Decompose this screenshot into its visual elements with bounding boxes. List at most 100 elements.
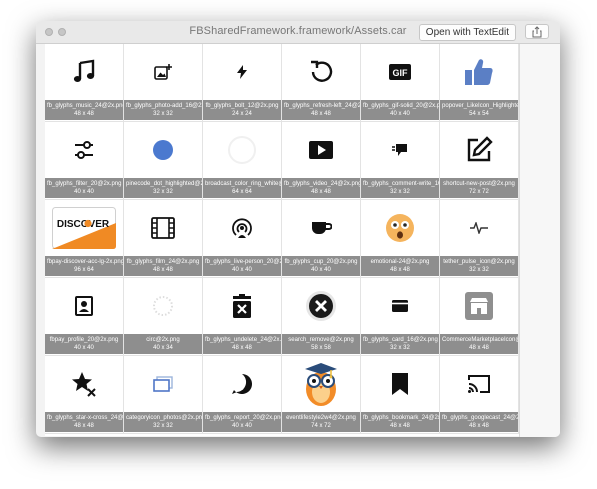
asset-tile[interactable]: fb_glyphs_bolt_12@2x.png 24 x 24: [203, 44, 282, 122]
live-person-icon: [203, 200, 281, 256]
asset-tile[interactable]: fb_glyphs_report_20@2x.png 40 x 40: [203, 356, 282, 434]
pulse-icon: [440, 200, 518, 256]
asset-filename: fb_glyphs_gif-solid_20@2x.png: [363, 103, 439, 109]
asset-dimensions: 32 x 32: [469, 267, 489, 273]
asset-tile[interactable]: fb_glyphs_undelete_24@2x.png 48 x 48: [203, 278, 282, 356]
asset-tile[interactable]: fb_glyphs_film_24@2x.png 48 x 48: [124, 200, 203, 278]
asset-tile[interactable]: fb_glyphs_googlecast_24@2x.png 48 x 48: [440, 356, 519, 434]
gif-icon: GIF: [361, 44, 439, 100]
asset-tile[interactable]: fb_glyphs_live-person_20@2x.png 40 x 40: [203, 200, 282, 278]
dotted-placeholder-icon: [124, 278, 202, 334]
asset-tile[interactable]: broadcast_color_ring_white@2x.png 64 x 64: [203, 122, 282, 200]
asset-tile[interactable]: fb_glyphs_star-x-cross_24@2x.png 48 x 48: [45, 356, 124, 434]
asset-filename: fb_glyphs_cup_20@2x.png: [284, 259, 358, 265]
asset-caption: fb_glyphs_comment-write_16@2x.png 32 x 32: [361, 178, 439, 198]
asset-caption: broadcast_color_ring_white@2x.png 64 x 64: [203, 178, 281, 198]
asset-caption: fb_glyphs_filter_20@2x.png 40 x 40: [45, 178, 123, 198]
asset-dimensions: 48 x 48: [74, 111, 94, 117]
asset-caption: fb_glyphs_bolt_12@2x.png 24 x 24: [203, 100, 281, 120]
photos-icon: [124, 356, 202, 412]
asset-caption: pinecode_dot_highlighted@2x.png 32 x 32: [124, 178, 202, 198]
shocked-face-icon: [361, 200, 439, 256]
asset-dimensions: 32 x 32: [153, 423, 173, 429]
asset-filename: fb_glyphs_report_20@2x.png: [205, 415, 281, 421]
asset-caption: search_remove@2x.png 58 x 58: [282, 334, 360, 354]
asset-dimensions: 40 x 40: [311, 267, 331, 273]
asset-tile[interactable]: fb_glyphs_video_24@2x.png 48 x 48: [282, 122, 361, 200]
asset-dimensions: 40 x 40: [74, 345, 94, 351]
open-with-textedit-button[interactable]: Open with TextEdit: [418, 24, 516, 41]
asset-caption: tether_pulse_icon@2x.png 32 x 32: [440, 256, 518, 276]
asset-caption: CommerceMarketplaceIcon@2x.png 48 x 48: [440, 334, 518, 354]
asset-tile[interactable]: eventlifestyle2w4@2x.png 74 x 72: [282, 356, 361, 434]
asset-filename: fb_glyphs_live-person_20@2x.png: [205, 259, 281, 265]
asset-dimensions: 48 x 48: [232, 345, 252, 351]
asset-dimensions: 32 x 32: [153, 111, 173, 117]
asset-caption: fb_glyphs_film_24@2x.png 48 x 48: [124, 256, 202, 276]
dot-icon: [124, 122, 202, 178]
asset-dimensions: 32 x 32: [390, 189, 410, 195]
photo-add-icon: [124, 44, 202, 100]
share-button[interactable]: [525, 24, 549, 39]
asset-filename: fb_glyphs_bookmark_24@2x.png: [363, 415, 439, 421]
discover-card-icon: DISCOVER: [45, 200, 123, 256]
asset-tile[interactable]: tether_pulse_icon@2x.png 32 x 32: [440, 200, 519, 278]
asset-filename: popover_LikeIcon_Highlighted@2x.png: [442, 103, 518, 109]
asset-tile[interactable]: fb_glyphs_comment-write_16@2x.png 32 x 32: [361, 122, 440, 200]
asset-tile[interactable]: fb_glyphs_photo-add_16@2x.png 32 x 32: [124, 44, 203, 122]
asset-tile[interactable]: emotional-24@2x.png 48 x 48: [361, 200, 440, 278]
quicklook-window: FBSharedFramework.framework/Assets.car O…: [36, 21, 560, 437]
asset-dimensions: 48 x 48: [469, 423, 489, 429]
asset-dimensions: 32 x 32: [153, 189, 173, 195]
asset-caption: fb_glyphs_music_24@2x.png 48 x 48: [45, 100, 123, 120]
asset-dimensions: 74 x 72: [311, 423, 331, 429]
title-bar: FBSharedFramework.framework/Assets.car O…: [36, 21, 560, 44]
asset-dimensions: 48 x 48: [311, 111, 331, 117]
bolt-icon: [203, 44, 281, 100]
asset-tile[interactable]: fb_glyphs_music_24@2x.png 48 x 48: [45, 44, 124, 122]
asset-tile[interactable]: DISCOVER fbpay-discover-acc-lg-2x.png 96 x…: [45, 200, 124, 278]
music-note-icon: [45, 44, 123, 100]
cup-icon: [282, 200, 360, 256]
asset-tile[interactable]: pinecode_dot_highlighted@2x.png 32 x 32: [124, 122, 203, 200]
asset-caption: fb_glyphs_bookmark_24@2x.png 48 x 48: [361, 412, 439, 432]
asset-dimensions: 40 x 40: [232, 423, 252, 429]
asset-filename: broadcast_color_ring_white@2x.png: [205, 181, 281, 187]
bookmark-icon: [361, 356, 439, 412]
asset-tile[interactable]: categoryicon_photos@2x.png 32 x 32: [124, 356, 203, 434]
asset-dimensions: 48 x 48: [469, 345, 489, 351]
asset-tile[interactable]: shortcut-new-post@2x.png 72 x 72: [440, 122, 519, 200]
comment-icon: [361, 122, 439, 178]
asset-filename: fb_glyphs_bolt_12@2x.png: [205, 103, 279, 109]
asset-tile[interactable]: fb_glyphs_card_16@2x.png 32 x 32: [361, 278, 440, 356]
asset-tile[interactable]: fb_glyphs_cup_20@2x.png 40 x 40: [282, 200, 361, 278]
asset-dimensions: 72 x 72: [469, 189, 489, 195]
asset-caption: circ@2x.png 40 x 34: [124, 334, 202, 354]
asset-dimensions: 64 x 64: [232, 189, 252, 195]
asset-tile[interactable]: GIF fb_glyphs_gif-solid_20@2x.png 40 x 40: [361, 44, 440, 122]
asset-tile[interactable]: fb_glyphs_filter_20@2x.png 40 x 40: [45, 122, 124, 200]
share-icon: [532, 26, 542, 38]
asset-tile[interactable]: fb_glyphs_bookmark_24@2x.png 48 x 48: [361, 356, 440, 434]
asset-filename: fb_glyphs_video_24@2x.png: [284, 181, 360, 187]
asset-tile[interactable]: CommerceMarketplaceIcon@2x.png 48 x 48: [440, 278, 519, 356]
refresh-icon: [282, 44, 360, 100]
asset-filename: circ@2x.png: [146, 337, 180, 343]
asset-caption: popover_LikeIcon_Highlighted@2x.png 54 x …: [440, 100, 518, 120]
asset-tile[interactable]: popover_LikeIcon_Highlighted@2x.png 54 x …: [440, 44, 519, 122]
asset-dimensions: 48 x 48: [74, 423, 94, 429]
asset-caption: fbpay-discover-acc-lg-2x.png 96 x 64: [45, 256, 123, 276]
asset-caption: fb_glyphs_card_16@2x.png 32 x 32: [361, 334, 439, 354]
asset-tile[interactable]: fbpay_profile_20@2x.png 40 x 40: [45, 278, 124, 356]
asset-filename: search_remove@2x.png: [288, 337, 354, 343]
asset-dimensions: 24 x 24: [232, 111, 252, 117]
asset-dimensions: 40 x 40: [232, 267, 252, 273]
asset-tile[interactable]: fb_glyphs_refresh-left_24@2x.png 48 x 48: [282, 44, 361, 122]
card-icon: [361, 278, 439, 334]
asset-caption: fb_glyphs_report_20@2x.png 40 x 40: [203, 412, 281, 432]
storefront-icon: [440, 278, 518, 334]
asset-caption: shortcut-new-post@2x.png 72 x 72: [440, 178, 518, 198]
empty-side-panel: [519, 44, 560, 437]
asset-tile[interactable]: search_remove@2x.png 58 x 58: [282, 278, 361, 356]
asset-tile[interactable]: circ@2x.png 40 x 34: [124, 278, 203, 356]
